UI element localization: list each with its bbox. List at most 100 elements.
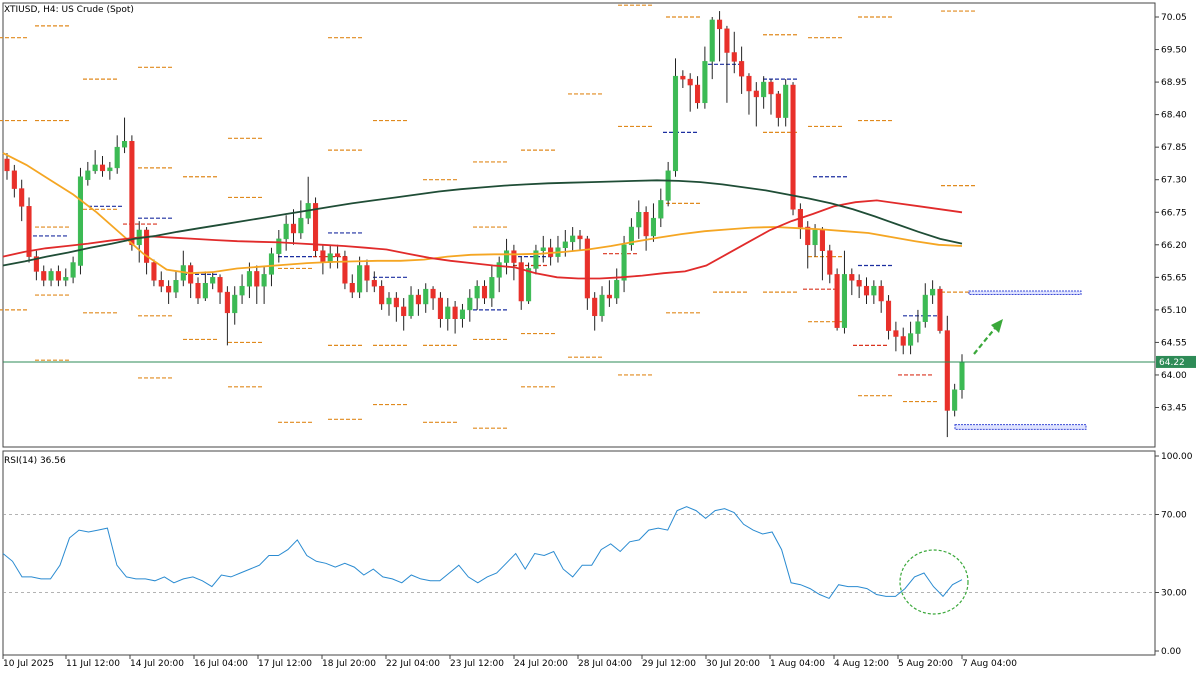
- candle[interactable]: [628, 218, 634, 251]
- candle[interactable]: [357, 256, 363, 299]
- candle[interactable]: [327, 244, 333, 269]
- candle[interactable]: [739, 46, 745, 94]
- candle[interactable]: [658, 188, 664, 228]
- candle[interactable]: [232, 286, 238, 325]
- candle[interactable]: [114, 135, 120, 174]
- candle[interactable]: [489, 265, 495, 307]
- candle[interactable]: [908, 321, 914, 355]
- candle[interactable]: [401, 298, 407, 331]
- candle[interactable]: [518, 256, 524, 310]
- candle[interactable]: [276, 230, 282, 263]
- candle[interactable]: [474, 280, 480, 310]
- candle[interactable]: [335, 244, 341, 269]
- candle[interactable]: [107, 161, 113, 180]
- candle[interactable]: [827, 244, 833, 284]
- candle[interactable]: [151, 259, 157, 287]
- candle[interactable]: [922, 283, 928, 328]
- candle[interactable]: [952, 383, 958, 417]
- candle[interactable]: [599, 286, 605, 322]
- candle[interactable]: [937, 286, 943, 334]
- candle[interactable]: [408, 286, 414, 319]
- candle[interactable]: [437, 292, 443, 328]
- candle[interactable]: [386, 292, 392, 316]
- candle[interactable]: [775, 90, 781, 127]
- candle[interactable]: [166, 280, 172, 304]
- candle[interactable]: [158, 271, 164, 293]
- candle[interactable]: [503, 238, 510, 275]
- candle[interactable]: [26, 197, 32, 263]
- candle[interactable]: [371, 271, 377, 293]
- candle[interactable]: [283, 215, 289, 251]
- candle[interactable]: [768, 79, 774, 115]
- candle[interactable]: [129, 135, 135, 251]
- candle[interactable]: [819, 227, 825, 281]
- candle[interactable]: [55, 265, 61, 287]
- candle[interactable]: [254, 265, 260, 304]
- candle[interactable]: [592, 292, 598, 331]
- candle[interactable]: [305, 176, 311, 225]
- candle[interactable]: [555, 235, 561, 263]
- candle[interactable]: [570, 227, 576, 251]
- price-zone[interactable]: [954, 424, 1087, 430]
- candle[interactable]: [915, 309, 921, 343]
- candle[interactable]: [379, 280, 385, 310]
- candle[interactable]: [92, 150, 98, 174]
- candle[interactable]: [467, 289, 473, 322]
- candle[interactable]: [188, 262, 194, 299]
- candle[interactable]: [893, 321, 899, 352]
- candle[interactable]: [849, 268, 855, 296]
- candle[interactable]: [70, 256, 76, 284]
- candle[interactable]: [452, 301, 458, 334]
- candle[interactable]: [33, 250, 39, 281]
- candle[interactable]: [342, 250, 348, 290]
- candle[interactable]: [77, 167, 84, 275]
- candle[interactable]: [144, 227, 150, 275]
- candle[interactable]: [364, 259, 370, 293]
- candle[interactable]: [312, 197, 319, 257]
- candle[interactable]: [643, 206, 649, 251]
- candle[interactable]: [430, 286, 436, 310]
- candle[interactable]: [900, 327, 906, 355]
- candle[interactable]: [173, 271, 179, 299]
- candle[interactable]: [878, 280, 884, 313]
- candle[interactable]: [298, 200, 304, 239]
- candle[interactable]: [680, 70, 686, 88]
- candle[interactable]: [930, 280, 936, 304]
- candle[interactable]: [445, 298, 451, 331]
- candle[interactable]: [533, 244, 539, 275]
- candle[interactable]: [481, 280, 488, 304]
- candle[interactable]: [672, 58, 679, 177]
- candle[interactable]: [41, 265, 47, 287]
- candle[interactable]: [349, 274, 355, 299]
- candle[interactable]: [885, 295, 892, 340]
- candle[interactable]: [709, 17, 715, 80]
- candle[interactable]: [863, 277, 870, 304]
- candle[interactable]: [614, 268, 620, 304]
- candle[interactable]: [856, 274, 862, 299]
- candle[interactable]: [459, 303, 466, 328]
- candle[interactable]: [423, 283, 429, 313]
- candle[interactable]: [511, 244, 517, 281]
- candle[interactable]: [415, 289, 421, 316]
- candle[interactable]: [753, 82, 759, 127]
- candle[interactable]: [834, 268, 840, 331]
- candle[interactable]: [944, 315, 950, 438]
- candle[interactable]: [320, 244, 326, 275]
- candle[interactable]: [540, 235, 546, 263]
- candle[interactable]: [202, 271, 208, 301]
- candle[interactable]: [268, 247, 275, 287]
- chart-canvas[interactable]: 64.22 70.05 69.50 68.95 68.40 67.85 67.30 66.7…: [0, 0, 1200, 675]
- candle[interactable]: [99, 156, 106, 177]
- candle[interactable]: [687, 73, 693, 112]
- candle[interactable]: [11, 164, 17, 198]
- candle[interactable]: [871, 280, 877, 304]
- candle[interactable]: [783, 79, 789, 127]
- candle[interactable]: [731, 31, 737, 74]
- candle[interactable]: [650, 203, 657, 242]
- candle[interactable]: [217, 274, 223, 304]
- candle[interactable]: [48, 268, 54, 287]
- candle[interactable]: [702, 46, 708, 109]
- candle[interactable]: [19, 179, 25, 222]
- candle[interactable]: [290, 209, 297, 245]
- candle[interactable]: [746, 73, 752, 115]
